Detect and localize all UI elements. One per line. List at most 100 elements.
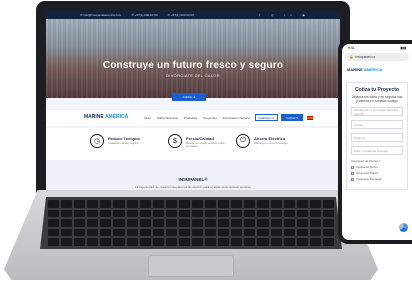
keyboard-key xyxy=(165,228,177,237)
phone-address-bar[interactable]: 🔒 insupanel.co xyxy=(345,53,409,61)
keyboard-key xyxy=(244,238,256,246)
keyboard-key xyxy=(178,209,190,218)
keyboard-key xyxy=(270,200,282,208)
site-header: MARINE AMÉRICA Inicio Sobre Nosotros Pro… xyxy=(46,110,340,126)
nav-quote-button[interactable]: Cotizar ▾ xyxy=(281,114,303,121)
topbar-email[interactable]: ✉ info@insupanelamerica.com xyxy=(80,13,121,17)
feature-title: Reduce Tiempos xyxy=(108,136,140,141)
nav-link-informacion-tecnica[interactable]: Información Técnica xyxy=(223,116,250,120)
keyboard-key xyxy=(309,219,321,227)
keyboard-key xyxy=(139,219,151,227)
recaptcha-icon[interactable] xyxy=(399,223,408,232)
nav-link-proyectos[interactable]: Proyectos xyxy=(203,116,216,120)
city-field[interactable]: País y ciudad de entrega xyxy=(351,146,403,156)
keyboard-key xyxy=(178,200,190,208)
keyboard-key xyxy=(48,200,60,208)
keyboard-key xyxy=(283,200,295,208)
keyboard-key xyxy=(61,219,73,227)
keyboard-key xyxy=(205,209,217,218)
catalog-dropdown[interactable]: Catálogos ▾ xyxy=(255,114,278,121)
keyboard-key xyxy=(283,228,295,237)
phone-field[interactable]: Teléfono xyxy=(351,133,403,143)
keyboard-key xyxy=(152,200,164,208)
keyboard-key xyxy=(257,228,269,237)
checkbox-icon[interactable] xyxy=(351,165,354,169)
signal-icon: ▮▮▮ xyxy=(400,46,406,50)
keyboard-key xyxy=(309,209,321,218)
keyboard-key xyxy=(231,228,243,237)
keyboard-key xyxy=(218,219,230,227)
keyboard-key xyxy=(205,228,217,237)
keyboard-key xyxy=(257,219,269,227)
keyboard-key xyxy=(126,219,138,227)
brand-accent: AMÉRICA xyxy=(103,114,129,120)
keyboard-key xyxy=(87,228,99,237)
checkbox-fachada[interactable]: Insupanel Fachada xyxy=(351,177,403,181)
keyboard-key xyxy=(100,228,112,237)
keyboard-key xyxy=(296,228,308,237)
keyboard-key xyxy=(205,219,217,227)
feature-title: Ahorro Eléctrico xyxy=(254,136,286,141)
social-icons[interactable]: f ◎ in ▶ xyxy=(259,13,310,17)
keyboard-key xyxy=(165,200,177,208)
hero-banner xyxy=(46,19,340,98)
keyboard-key xyxy=(48,228,60,237)
nav-link-inicio[interactable]: Inicio xyxy=(144,116,151,120)
keyboard-key xyxy=(139,200,151,208)
keyboard-key xyxy=(218,238,230,246)
keyboard-key xyxy=(296,238,308,246)
keyboard-key xyxy=(61,209,73,218)
touchpad xyxy=(148,255,234,277)
checkbox-icon[interactable] xyxy=(351,171,354,175)
keyboard-key xyxy=(165,209,177,218)
nav-link-sobre-nosotros[interactable]: Sobre Nosotros xyxy=(157,116,178,120)
keyboard-key xyxy=(61,238,73,246)
keyboard-key xyxy=(283,238,295,246)
phone-screen: 9:41 ▮▮▮ 🔒 insupanel.co MARINE AMÉRICA C… xyxy=(342,44,412,240)
keyboard-key xyxy=(191,219,204,227)
brand-name: MARINE xyxy=(84,114,104,120)
brand-logo[interactable]: MARINE AMÉRICA xyxy=(84,114,128,120)
keyboard-key xyxy=(283,209,295,218)
feature-reduce-tiempos: ◷ Reduce Tiempos Instalación rápida y se… xyxy=(90,134,148,148)
phone-brand-logo[interactable]: MARINE AMÉRICA xyxy=(342,67,412,72)
keyboard-key xyxy=(100,209,112,218)
keyboard-key xyxy=(100,238,112,246)
checkbox-techo[interactable]: Insupanel Techo xyxy=(351,165,403,169)
keyboard-key xyxy=(48,238,60,246)
main-nav: Inicio Sobre Nosotros Productos Proyecto… xyxy=(144,116,250,120)
email-field[interactable]: Correo xyxy=(351,120,403,130)
keyboard-key xyxy=(139,238,151,246)
keyboard-key xyxy=(100,200,112,208)
hero-quote-button[interactable]: Cotizar ➔ xyxy=(172,93,206,101)
checkbox-pared[interactable]: Insupanel Pared xyxy=(351,171,403,175)
keyboard-key xyxy=(165,238,177,246)
phone-logo-name: MARINE xyxy=(347,67,363,72)
interest-label-text: Insupanel de interés * xyxy=(351,159,381,164)
keyboard-key xyxy=(87,238,99,246)
keyboard-key xyxy=(61,228,73,237)
checkbox-icon[interactable] xyxy=(351,177,354,181)
keyboard-key xyxy=(113,238,125,246)
site-topbar: ✉ info@insupanelamerica.com ✆ +57(1) 000… xyxy=(46,10,340,19)
keyboard-key xyxy=(270,238,282,246)
keyboard-key xyxy=(296,219,308,227)
feature-ahorro-electrico: ⏻ Ahorro Eléctrico Disminuye el costo de… xyxy=(236,134,294,148)
keyboard-key xyxy=(139,209,151,218)
keyboard-key xyxy=(113,228,125,237)
keyboard-key xyxy=(244,228,256,237)
topbar-phone-2[interactable]: ✆ +57(1) 000 00 00 xyxy=(168,13,194,17)
keyboard-key xyxy=(205,238,217,246)
keyboard-key xyxy=(126,200,138,208)
keyboard-key xyxy=(74,219,86,227)
language-flag-icon[interactable] xyxy=(307,116,313,120)
phone-time: 9:41 xyxy=(348,46,355,50)
keyboard-key xyxy=(309,238,321,246)
interest-label: Insupanel de interés * xyxy=(351,159,403,163)
keyboard-key xyxy=(191,200,204,208)
nav-link-productos[interactable]: Productos xyxy=(184,116,198,120)
topbar-phone-1[interactable]: ✆ +57(1) 000 00 00 xyxy=(131,13,157,17)
keyboard-key xyxy=(322,238,334,246)
company-name-field[interactable]: Nombre de la empresa / persona natural xyxy=(351,107,403,117)
phone-logo-accent: AMÉRICA xyxy=(362,67,383,72)
